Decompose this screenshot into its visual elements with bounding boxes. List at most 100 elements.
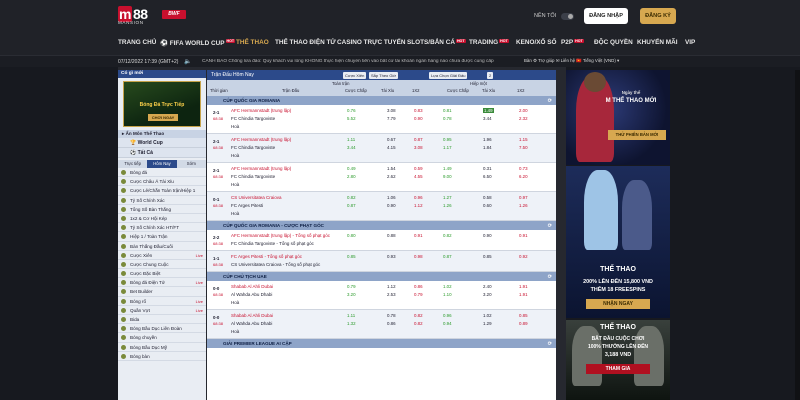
- odds-cell[interactable]: 0.79: [347, 284, 356, 289]
- odds-cell[interactable]: 0.95: [443, 137, 452, 142]
- odds-cell[interactable]: 2.00: [519, 108, 528, 113]
- speaker-icon[interactable]: 🔈: [184, 58, 191, 65]
- sidebar-item[interactable]: Bóng bàn: [118, 352, 206, 361]
- sidebar-item[interactable]: Bóng rổ Live: [118, 297, 206, 306]
- odds-cell[interactable]: 1.15: [519, 137, 528, 142]
- nav-slots[interactable]: SLOTS/BẮN CÁ HOT: [407, 39, 466, 46]
- sidebar-item[interactable]: Cược Chung Cuộc: [118, 260, 206, 270]
- sidebar-item[interactable]: Quần Vợt Live: [118, 306, 206, 315]
- tab-live[interactable]: Trực tiếp: [118, 160, 148, 168]
- odds-cell[interactable]: 0.81: [443, 108, 452, 113]
- odds-type-select[interactable]: 2: [487, 71, 494, 79]
- announcement-ticker[interactable]: CẢNH BÁO Chống lừa đảo: Quý khách vui lò…: [202, 59, 520, 64]
- night-mode-toggle[interactable]: NỀN TỐI: [534, 11, 576, 22]
- odds-cell[interactable]: 1.11: [347, 137, 355, 142]
- odds-cell[interactable]: 1.26: [443, 203, 452, 208]
- sidebar-item[interactable]: Bàn Thắng Đầu/Cuối: [118, 242, 206, 251]
- odds-cell[interactable]: 2.53: [387, 292, 396, 297]
- odds-cell[interactable]: 1.91: [519, 284, 528, 289]
- odds-cell[interactable]: 0.97: [519, 195, 528, 200]
- odds-cell[interactable]: 0.96: [414, 195, 423, 200]
- nav-sports[interactable]: THỂ THAO: [236, 39, 269, 46]
- sidebar-item[interactable]: Bet Builder: [118, 287, 206, 297]
- odds-cell[interactable]: 0.58: [483, 195, 492, 200]
- sidebar-item[interactable]: Tỷ Số Chính Xác HT/FT: [118, 223, 206, 233]
- odds-cell[interactable]: 0.82: [414, 321, 423, 326]
- league-header[interactable]: CÚP CHỦ TỊCH UAE ⟳: [207, 272, 556, 281]
- brand-logo[interactable]: m 88 MANSION: [118, 6, 154, 30]
- odds-cell[interactable]: 1.91: [519, 292, 528, 297]
- odds-cell[interactable]: 0.96: [443, 313, 452, 318]
- odds-cell[interactable]: 5.52: [347, 116, 356, 121]
- play-now-button[interactable]: CHƠI NGAY: [148, 114, 178, 121]
- sidebar-world-cup[interactable]: 🏆 World Cup: [118, 138, 206, 148]
- odds-cell[interactable]: 0.82: [443, 233, 452, 238]
- nav-trading[interactable]: TRADING HOT: [469, 39, 509, 46]
- tab-early[interactable]: Sớm: [176, 160, 206, 168]
- odds-cell[interactable]: 0.85: [483, 254, 492, 259]
- sidebar-item[interactable]: Bóng đá: [118, 168, 206, 178]
- odds-cell[interactable]: 1.26: [519, 203, 528, 208]
- sidebar-item[interactable]: Bida: [118, 315, 206, 325]
- nav-p2p[interactable]: P2P HOT: [561, 39, 584, 46]
- sidebar-item[interactable]: Bóng Bầu Dục Liên Đoàn: [118, 324, 206, 334]
- odds-cell[interactable]: 9.00: [443, 174, 452, 179]
- odds-cell[interactable]: 0.94: [443, 321, 452, 326]
- hide-sports-toggle[interactable]: ▸ Ẩn Môn Thể Thao: [118, 130, 206, 138]
- promo-new-sports[interactable]: Ngày thể M THỂ THAO MỚI THỬ PHIÊN BẢN MỚ…: [566, 70, 670, 165]
- odds-cell[interactable]: 0.49: [347, 166, 356, 171]
- odds-cell[interactable]: 1.32: [347, 321, 356, 326]
- odds-cell[interactable]: 0.59: [414, 166, 423, 171]
- sidebar-item[interactable]: Bóng chuyền: [118, 333, 206, 343]
- nav-world-cup[interactable]: ⚽ FIFA WORLD CUP HOT: [160, 39, 236, 47]
- odds-cell[interactable]: 0.82: [347, 195, 356, 200]
- odds-cell[interactable]: 0.87: [443, 254, 452, 259]
- odds-cell[interactable]: 0.85: [519, 313, 528, 318]
- sidebar-item[interactable]: Bóng đá Điện Tử Live: [118, 278, 206, 288]
- odds-cell[interactable]: 0.86: [414, 284, 423, 289]
- odds-cell[interactable]: 0.90: [414, 116, 423, 121]
- odds-cell[interactable]: 6.50: [483, 174, 492, 179]
- odds-cell[interactable]: 1.02: [443, 284, 452, 289]
- sidebar-item[interactable]: Cược Lẻ/Chẵn Toàn trận/Hiệp 1: [118, 186, 206, 196]
- odds-cell[interactable]: 0.80: [347, 233, 356, 238]
- odds-cell[interactable]: 1.54: [387, 166, 396, 171]
- sidebar-item[interactable]: 1x2 & Cơ Hội Kép: [118, 214, 206, 224]
- live-football-banner[interactable]: Bóng Đá Trực Tiếp CHƠI NGAY: [123, 81, 201, 127]
- odds-cell[interactable]: 0.91: [414, 233, 423, 238]
- odds-cell[interactable]: 0.87: [414, 137, 423, 142]
- promo-first-deposit[interactable]: THỂ THAO BẮT ĐẦU CUỘC CHƠI 100% THƯỞNG L…: [566, 320, 670, 400]
- odds-cell[interactable]: 0.88: [387, 233, 396, 238]
- odds-cell[interactable]: 0.82: [414, 313, 423, 318]
- odds-cell[interactable]: 4.15: [387, 145, 396, 150]
- odds-cell[interactable]: 0.89: [519, 321, 528, 326]
- header-tools[interactable]: Bàn ⚙ Trợ giúp ✉ Liên hệ 🇻🇳 Tiếng Việt (…: [524, 58, 619, 64]
- nav-home[interactable]: TRANG CHỦ: [118, 39, 156, 46]
- promo-sports-bonus[interactable]: THỂ THAO 200% LÊN ĐẾN 15,800 VND THÊM 18…: [566, 166, 670, 318]
- sidebar-item[interactable]: Tỷ Số Chính Xác: [118, 196, 206, 205]
- odds-cell[interactable]: 2.62: [387, 174, 396, 179]
- odds-cell[interactable]: 1.12: [387, 284, 396, 289]
- league-header[interactable]: CÚP QUỐC GIA ROMANIA - CƯỢC PHẠT GÓC ⟳: [207, 221, 556, 230]
- tab-today[interactable]: Hôm Nay: [147, 160, 177, 168]
- odds-cell[interactable]: 0.85: [347, 254, 356, 259]
- odds-cell[interactable]: 2.32: [519, 116, 528, 121]
- odds-cell[interactable]: 1.11: [347, 313, 355, 318]
- odds-cell[interactable]: 0.67: [387, 137, 396, 142]
- login-button[interactable]: ĐĂNG NHẬP: [584, 8, 628, 24]
- odds-cell[interactable]: 0.73: [519, 166, 528, 171]
- odds-cell[interactable]: 4.55: [414, 174, 423, 179]
- odds-cell[interactable]: 3.44: [483, 116, 492, 121]
- odds-cell[interactable]: 1.02: [483, 313, 492, 318]
- odds-cell[interactable]: 0.98: [414, 254, 423, 259]
- sidebar-item[interactable]: Hiệp 1 / Toàn Trận: [118, 232, 206, 242]
- odds-cell[interactable]: 0.60: [483, 203, 492, 208]
- odds-cell[interactable]: 1.06: [387, 195, 396, 200]
- odds-cell[interactable]: 7.50: [519, 145, 528, 150]
- odds-cell[interactable]: 1.49: [443, 166, 452, 171]
- league-select[interactable]: Lựa Chọn Giải Đấu: [429, 71, 468, 79]
- odds-cell[interactable]: 6.20: [519, 174, 528, 179]
- odds-cell[interactable]: 1.27: [443, 195, 452, 200]
- odds-cell[interactable]: 0.92: [519, 254, 528, 259]
- sidebar-all[interactable]: ⚽ Tất Cả: [118, 148, 206, 158]
